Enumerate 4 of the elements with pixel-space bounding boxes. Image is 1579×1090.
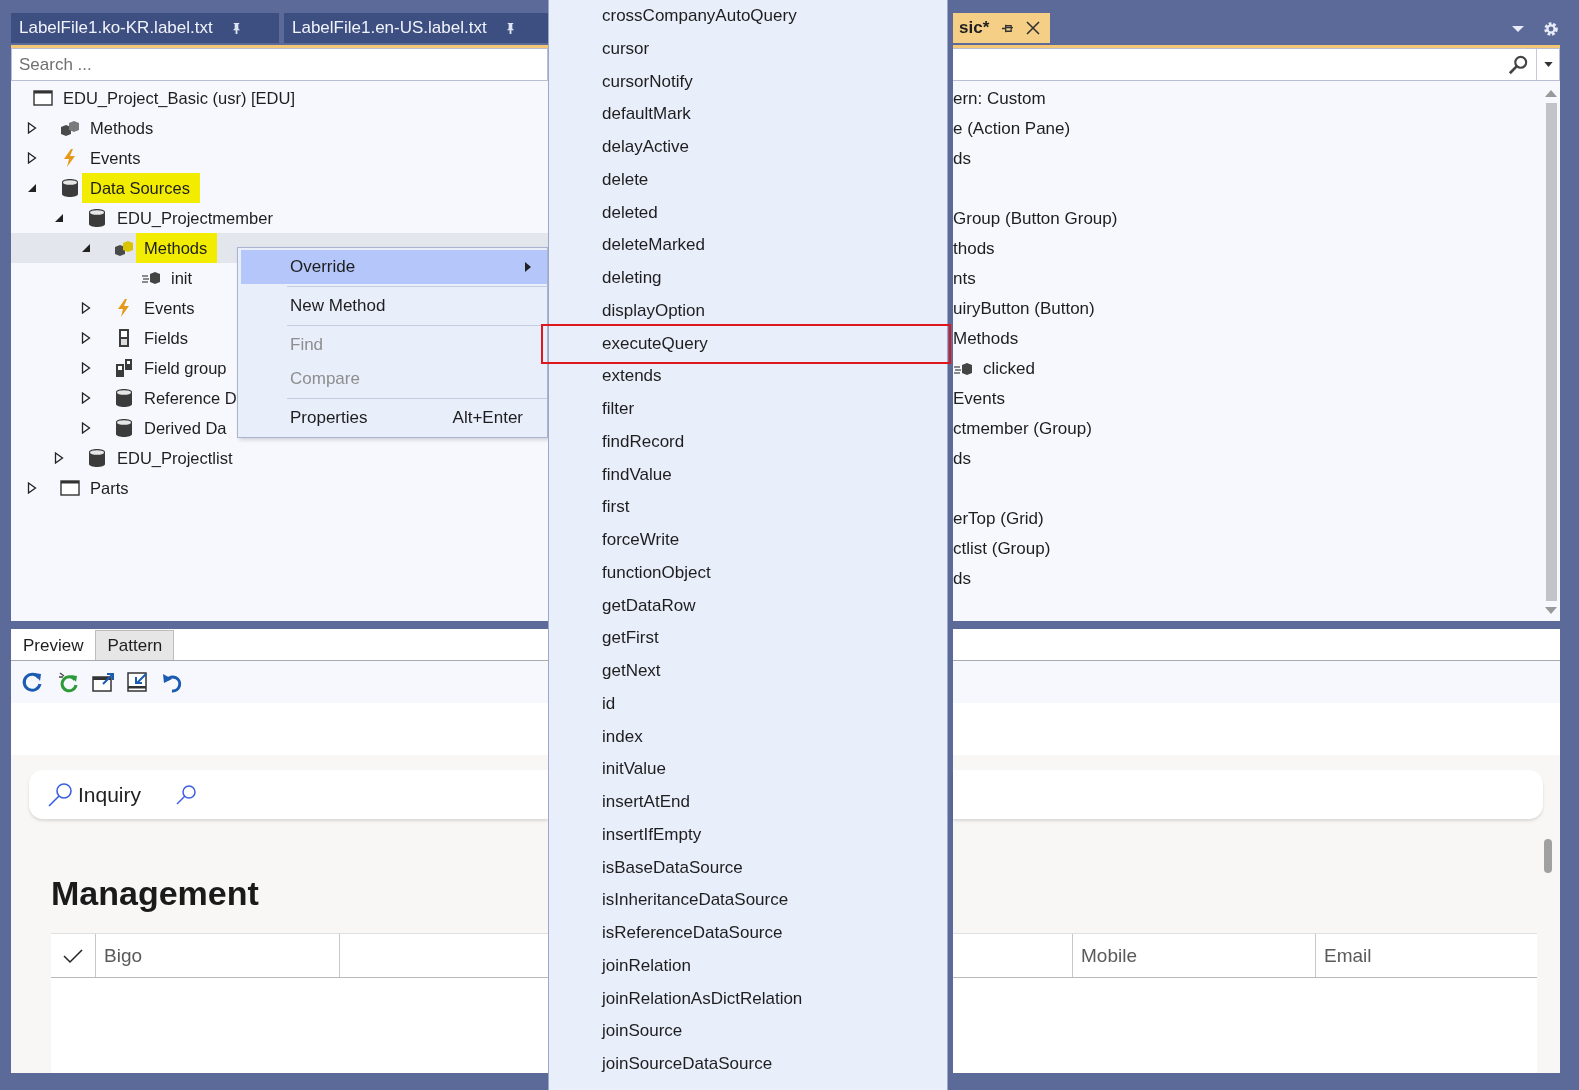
column-header: Email	[1323, 943, 1373, 968]
column-header: Bigo	[96, 934, 340, 977]
page-heading: Management	[51, 873, 260, 914]
column-header: Mobile	[1073, 934, 1316, 977]
